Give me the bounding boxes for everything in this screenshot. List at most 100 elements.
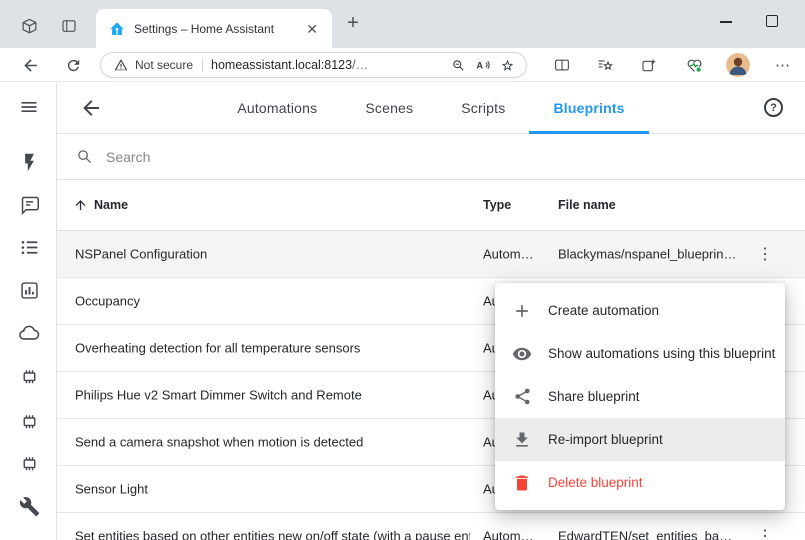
favorites-hub-icon[interactable] (591, 51, 619, 79)
help-glyph: ? (770, 102, 777, 114)
sidebar-item-history[interactable] (17, 278, 41, 302)
url-host: homeassistant.local:8123 (211, 58, 352, 72)
browser-back-button[interactable] (16, 51, 44, 79)
list-icon (19, 237, 40, 258)
row-file: Blackymas/nspanel_blueprin… (558, 247, 736, 262)
row-file: EdwardTEN/set_entities_ba… (558, 529, 732, 540)
collections-icon[interactable] (635, 51, 663, 79)
new-tab-button[interactable]: + (340, 12, 366, 35)
chip-icon (19, 411, 40, 432)
browser-tab[interactable]: Settings – Home Assistant ✕ (96, 9, 332, 48)
table-row[interactable]: Set entities based on other entities new… (57, 513, 805, 540)
search-icon (76, 148, 93, 165)
column-header-file[interactable]: File name (558, 198, 616, 212)
sidebar-item-developer-tools[interactable] (17, 494, 41, 518)
chip-icon (19, 366, 40, 387)
browser-tabstrip: Settings – Home Assistant ✕ + (0, 0, 805, 48)
ellipsis-glyph: ⋯ (775, 56, 791, 74)
menu-item-label: Re-import blueprint (548, 432, 663, 447)
ha-sidebar (0, 82, 57, 540)
sidebar-item-todo-list[interactable] (17, 235, 41, 259)
column-header-name[interactable]: Name (94, 198, 128, 212)
column-header-type[interactable]: Type (483, 198, 511, 212)
favorite-star-icon[interactable] (500, 58, 515, 73)
sidebar-menu-button[interactable] (17, 95, 41, 119)
read-aloud-icon[interactable]: A (475, 57, 491, 73)
hamburger-icon (19, 97, 39, 117)
svg-text:A: A (476, 60, 483, 70)
browser-essentials-icon[interactable] (680, 51, 708, 79)
tab-title: Settings – Home Assistant (134, 22, 302, 36)
ha-header: Automations Scenes Scripts Blueprints ? (57, 82, 805, 134)
menu-item-label: Share blueprint (548, 389, 640, 404)
row-type: Autom… (483, 247, 545, 262)
row-name: Sensor Light (75, 482, 148, 497)
sidebar-item-module-2[interactable] (17, 409, 41, 433)
help-button[interactable]: ? (764, 98, 783, 117)
row-type: Autom… (483, 529, 545, 540)
search-field[interactable]: Search (57, 134, 805, 180)
sort-ascending-icon[interactable] (73, 198, 88, 213)
plus-icon (512, 301, 532, 321)
tab-blueprints[interactable]: Blueprints (529, 82, 648, 134)
sidebar-item-module-1[interactable] (17, 364, 41, 388)
share-icon (512, 387, 532, 407)
row-name: Overheating detection for all temperatur… (75, 341, 360, 356)
minimize-window-icon[interactable] (720, 21, 732, 23)
profile-avatar[interactable] (726, 53, 750, 77)
download-icon (512, 430, 532, 450)
not-secure-label: Not secure (135, 58, 193, 72)
tab-automations[interactable]: Automations (213, 82, 341, 134)
menu-item-show-automations[interactable]: Show automations using this blueprint (495, 332, 785, 375)
menu-item-reimport-blueprint[interactable]: Re-import blueprint (495, 418, 785, 461)
tab-scripts[interactable]: Scripts (437, 82, 529, 134)
maximize-window-icon[interactable] (766, 15, 778, 27)
sidebar-item-module-3[interactable] (17, 451, 41, 475)
browser-toolbar: Not secure homeassistant.local:8123 /… A… (0, 48, 805, 82)
tab-scenes[interactable]: Scenes (341, 82, 437, 134)
eye-icon (512, 344, 532, 364)
home-assistant-favicon (109, 21, 125, 37)
tab-label: Blueprints (553, 100, 624, 116)
workspaces-icon[interactable] (15, 13, 43, 39)
tab-label: Scripts (461, 100, 505, 116)
more-options-icon[interactable]: ⋯ (769, 51, 797, 79)
row-name: Occupancy (75, 294, 140, 309)
menu-item-share-blueprint[interactable]: Share blueprint (495, 375, 785, 418)
wrench-icon (19, 496, 40, 517)
menu-item-label: Delete blueprint (548, 475, 643, 490)
refresh-button[interactable] (59, 51, 87, 79)
address-bar[interactable]: Not secure homeassistant.local:8123 /… A (100, 52, 527, 78)
blueprint-context-menu: Create automation Show automations using… (495, 283, 785, 510)
sidebar-item-logbook[interactable] (17, 192, 41, 216)
sidebar-item-energy[interactable] (17, 150, 41, 174)
row-name: Philips Hue v2 Smart Dimmer Switch and R… (75, 388, 362, 403)
menu-item-label: Create automation (548, 303, 659, 318)
menu-item-create-automation[interactable]: Create automation (495, 289, 785, 332)
cloud-icon (18, 322, 40, 344)
table-row[interactable]: NSPanel Configuration Autom… Blackymas/n… (57, 231, 805, 278)
address-divider (202, 58, 203, 72)
ha-tab-bar: Automations Scenes Scripts Blueprints (57, 82, 805, 134)
row-name: NSPanel Configuration (75, 247, 207, 262)
menu-item-delete-blueprint[interactable]: Delete blueprint (495, 461, 785, 504)
sidebar-item-cloud[interactable] (17, 321, 41, 345)
tab-label: Automations (237, 100, 317, 116)
message-icon (19, 194, 40, 215)
row-name: Set entities based on other entities new… (75, 529, 470, 540)
zoom-out-icon[interactable] (451, 58, 466, 73)
bar-chart-icon (19, 280, 40, 301)
not-secure-warning-icon[interactable] (114, 58, 128, 72)
row-overflow-icon[interactable]: ⋮ (757, 526, 773, 540)
close-tab-icon[interactable]: ✕ (302, 20, 322, 38)
menu-item-label: Show automations using this blueprint (548, 346, 775, 361)
trash-icon (512, 473, 532, 493)
row-overflow-icon[interactable]: ⋮ (757, 244, 773, 264)
tab-actions-icon[interactable] (55, 13, 83, 39)
lightning-icon (19, 152, 40, 173)
url-path: /… (352, 58, 368, 72)
table-header: Name Type File name (57, 180, 805, 231)
tab-label: Scenes (365, 100, 413, 116)
row-name: Send a camera snapshot when motion is de… (75, 435, 363, 450)
split-screen-icon[interactable] (548, 51, 576, 79)
